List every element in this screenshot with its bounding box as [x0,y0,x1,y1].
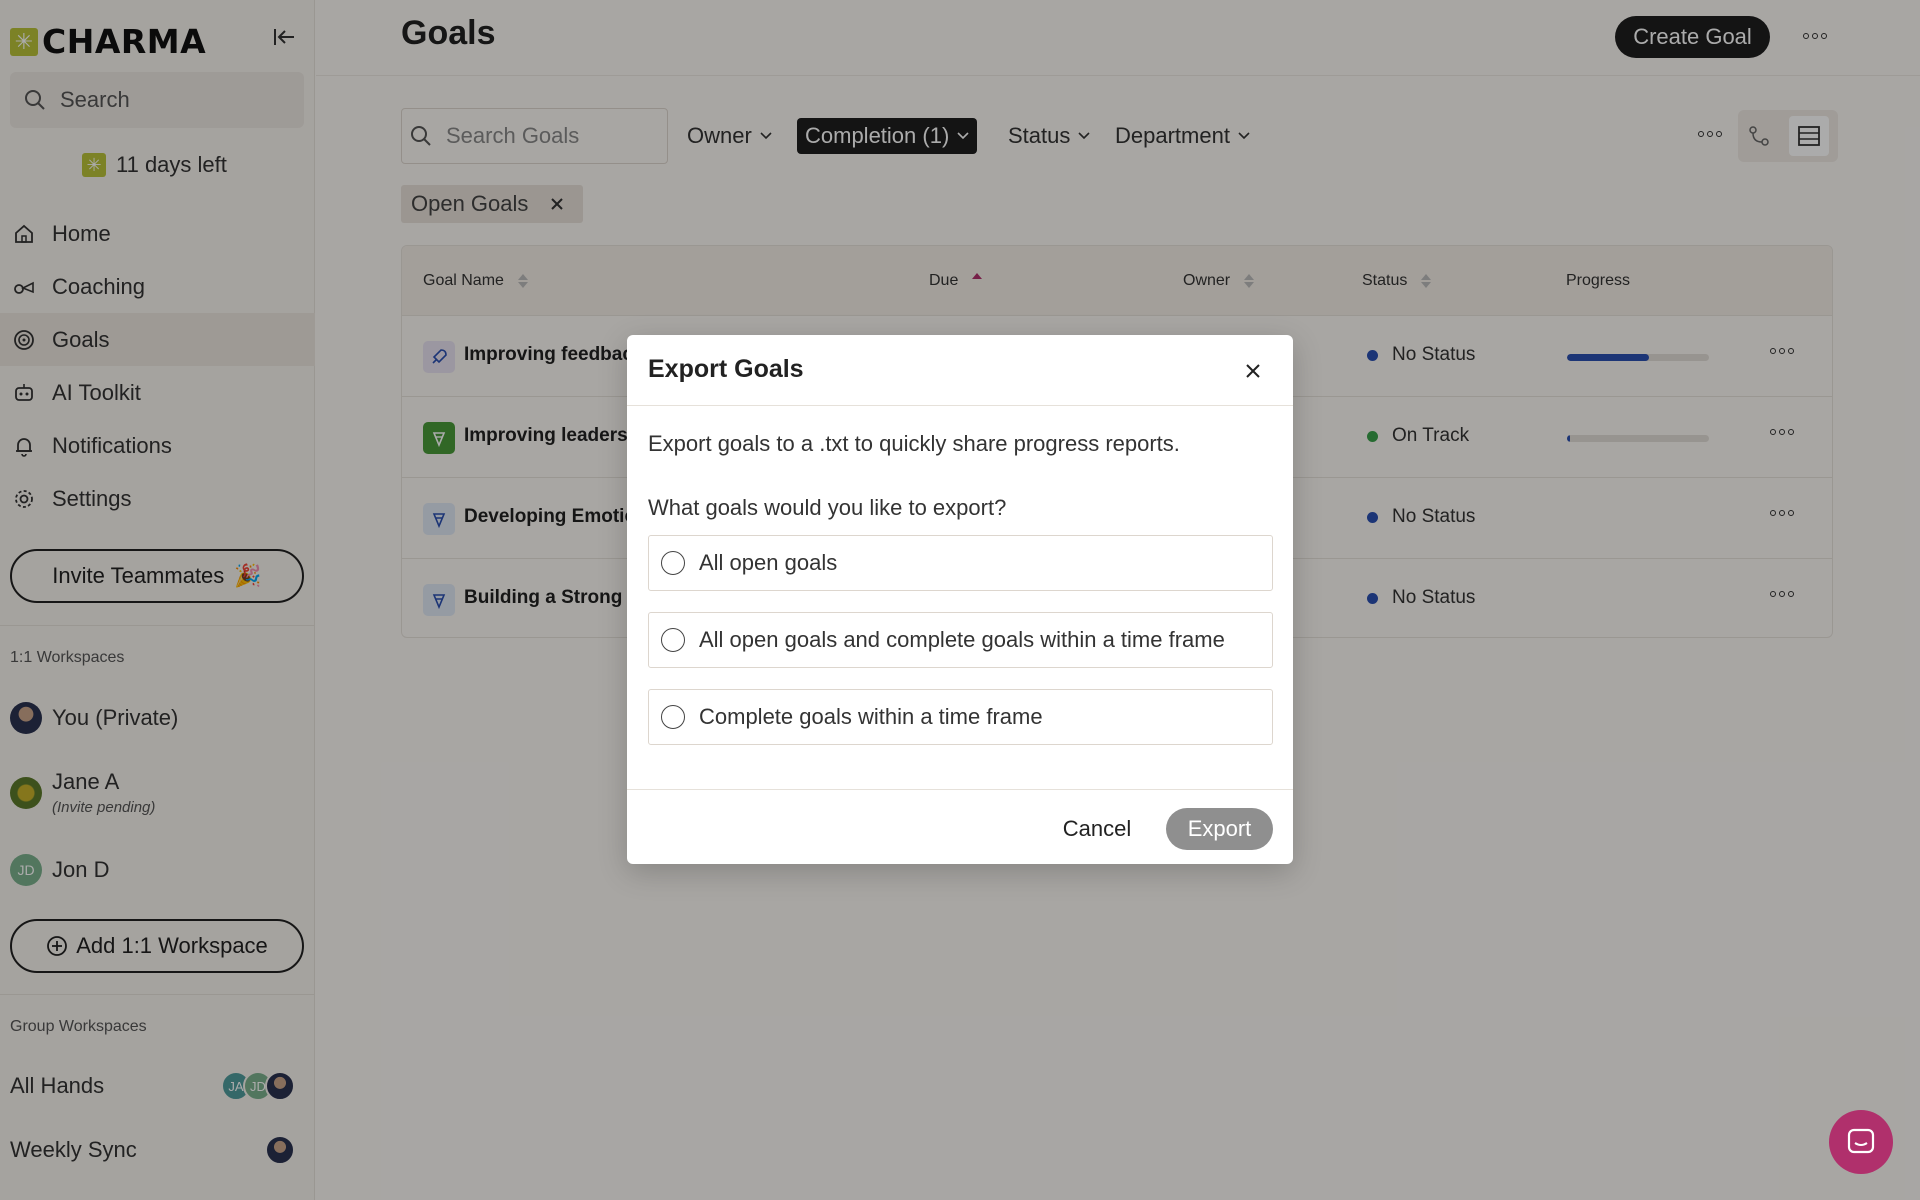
option-label: Complete goals within a time frame [699,704,1043,729]
modal-description: Export goals to a .txt to quickly share … [648,431,1180,456]
radio-button[interactable] [661,551,685,575]
cancel-button[interactable]: Cancel [1047,808,1147,850]
export-option-all-open[interactable]: All open goals [648,535,1273,591]
chat-launcher-icon[interactable] [1829,1110,1893,1174]
export-option-complete-timeframe[interactable]: Complete goals within a time frame [648,689,1273,745]
modal-question: What goals would you like to export? [648,495,1007,520]
close-icon[interactable] [1241,359,1265,383]
divider [627,789,1293,790]
export-option-open-and-complete[interactable]: All open goals and complete goals within… [648,612,1273,668]
option-label: All open goals [699,550,838,575]
modal-title: Export Goals [648,355,804,383]
modal-header: Export Goals [627,335,1293,406]
radio-button[interactable] [661,705,685,729]
export-button[interactable]: Export [1166,808,1273,850]
option-label: All open goals and complete goals within… [699,627,1225,652]
export-goals-modal: Export Goals Export goals to a .txt to q… [627,335,1293,864]
radio-button[interactable] [661,628,685,652]
